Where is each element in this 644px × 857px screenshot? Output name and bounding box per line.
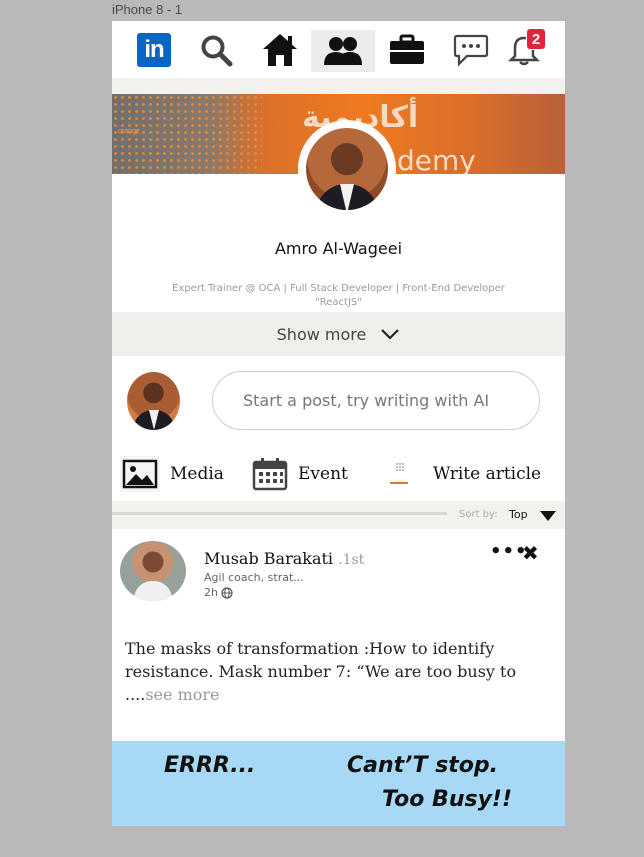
author-headline: Agil coach, strat... bbox=[204, 571, 304, 584]
post-image[interactable]: ERRR... Cant’T stop. Too Busy!! bbox=[112, 741, 565, 826]
author-name-text: Musab Barakati bbox=[204, 549, 334, 568]
feed-sort-bar: Sort by: Top bbox=[112, 501, 565, 529]
write-article-label: Write article bbox=[433, 464, 542, 484]
profile-card: orange أكاديمية demy Amro Al-Wageei Expe… bbox=[112, 94, 565, 356]
chevron-down-icon bbox=[381, 329, 400, 340]
network-icon[interactable] bbox=[311, 30, 375, 72]
sort-dropdown[interactable]: Top bbox=[509, 508, 528, 521]
caret-down-icon[interactable] bbox=[540, 511, 556, 521]
linkedin-logo-mark: in bbox=[137, 33, 171, 67]
phone-frame: in 2 orange أكاديمية demy Amro Al-Wageei… bbox=[112, 21, 565, 826]
home-icon[interactable] bbox=[260, 30, 300, 70]
linkedin-logo[interactable]: in bbox=[134, 30, 174, 70]
artboard-title: iPhone 8 - 1 bbox=[112, 2, 183, 17]
post-body: The masks of transformation :How to iden… bbox=[125, 637, 545, 706]
sort-divider-line bbox=[112, 512, 447, 515]
media-action[interactable]: Media bbox=[120, 456, 224, 492]
globe-icon bbox=[221, 586, 233, 599]
post-image-text-3: Too Busy!! bbox=[382, 787, 512, 812]
media-label: Media bbox=[170, 464, 224, 484]
author-name[interactable]: Musab Barakati .1st bbox=[204, 549, 364, 568]
event-label: Event bbox=[298, 464, 348, 484]
profile-photo bbox=[306, 128, 388, 210]
write-article-action[interactable]: Write article bbox=[387, 456, 541, 492]
post-time-text: 2h bbox=[204, 586, 218, 599]
author-avatar-shirt bbox=[134, 581, 172, 601]
banner-latin-text: demy bbox=[397, 144, 476, 174]
messaging-icon[interactable] bbox=[451, 30, 491, 70]
calendar-icon bbox=[252, 458, 288, 491]
author-avatar[interactable] bbox=[120, 541, 186, 601]
top-navigation: in 2 bbox=[112, 21, 565, 78]
show-more-label: Show more bbox=[276, 324, 367, 344]
show-more-button[interactable]: Show more bbox=[112, 312, 565, 356]
image-icon bbox=[120, 456, 160, 492]
post-composer: Start a post, try writing with AI Media … bbox=[112, 356, 565, 501]
user-avatar[interactable] bbox=[127, 372, 180, 430]
jobs-briefcase-icon[interactable] bbox=[387, 30, 427, 70]
banner-brand-label: orange bbox=[118, 128, 140, 135]
profile-avatar[interactable] bbox=[298, 120, 396, 218]
connection-degree: .1st bbox=[338, 552, 365, 568]
event-action[interactable]: Event bbox=[252, 456, 348, 492]
see-more-link[interactable]: see more bbox=[145, 685, 219, 704]
article-icon bbox=[390, 463, 408, 484]
profile-headline: Expert Trainer @ OCA | Full Stack Develo… bbox=[172, 283, 505, 308]
post-image-text-1: ERRR... bbox=[164, 753, 256, 778]
close-icon[interactable]: ✖ bbox=[522, 541, 539, 565]
profile-name[interactable]: Amro Al-Wageei bbox=[112, 239, 565, 258]
notification-count-badge: 2 bbox=[526, 28, 546, 50]
feed-post: Musab Barakati .1st Agil coach, strat...… bbox=[112, 529, 565, 741]
search-icon[interactable] bbox=[196, 30, 236, 70]
notifications-bell-icon[interactable]: 2 bbox=[504, 28, 546, 70]
post-timestamp: 2h bbox=[204, 586, 233, 599]
post-image-text-2: Cant’T stop. bbox=[347, 753, 499, 778]
sort-by-label: Sort by: bbox=[459, 509, 498, 520]
start-post-input[interactable]: Start a post, try writing with AI bbox=[212, 371, 540, 430]
